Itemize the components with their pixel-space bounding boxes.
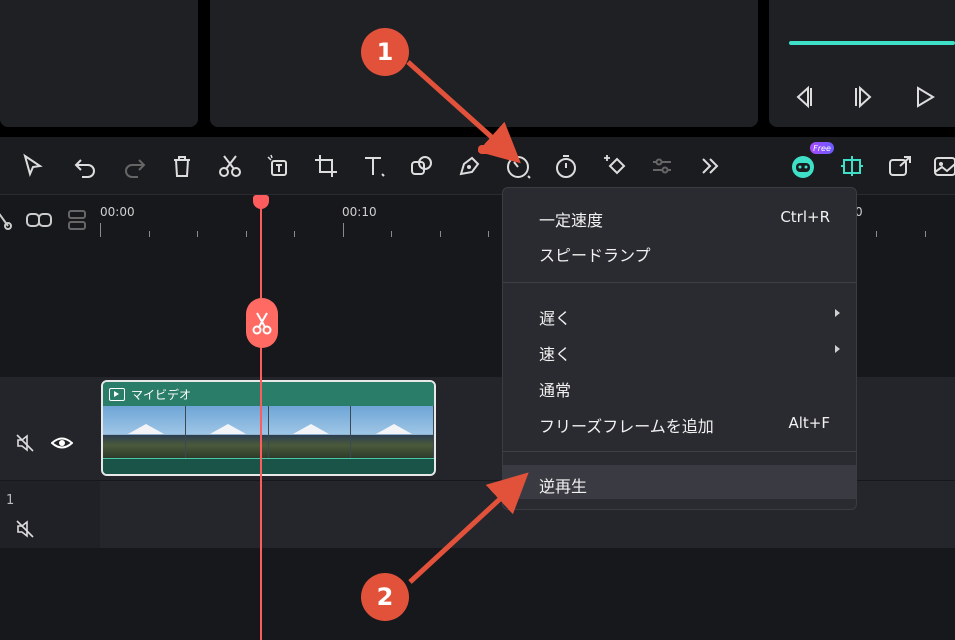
annotation-badge-1: 1 xyxy=(361,28,409,76)
annotation-arrow-2 xyxy=(408,472,529,584)
annotation-arrow-1 xyxy=(406,60,521,164)
annotation-arrows xyxy=(406,60,529,584)
annotation-badge-2: 2 xyxy=(361,573,409,621)
